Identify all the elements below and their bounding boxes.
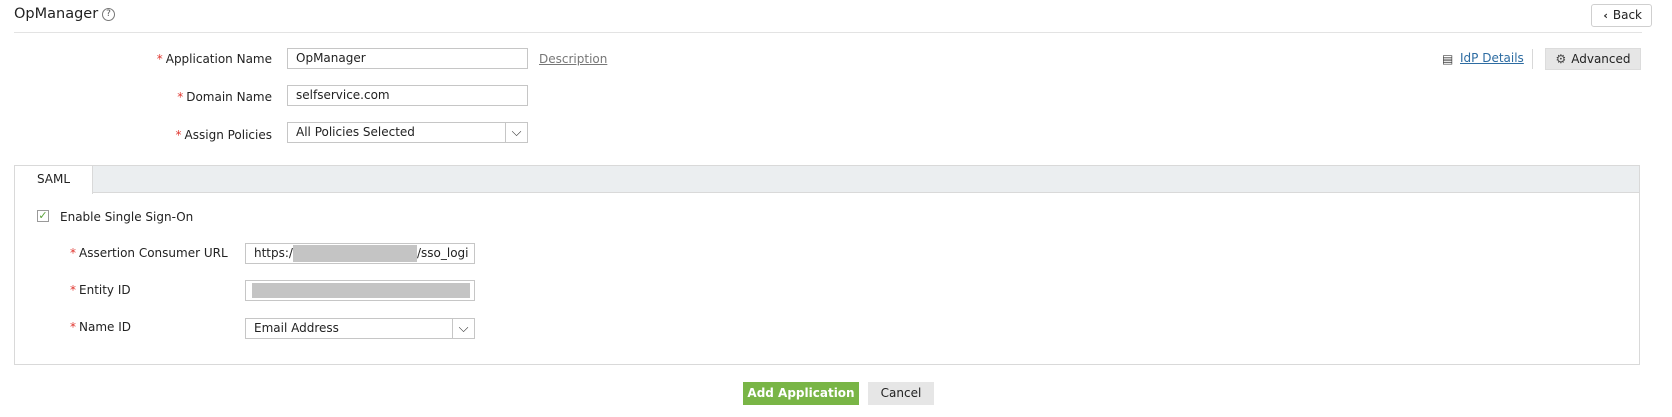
name-id-select[interactable]: Email Address ⌵ xyxy=(245,318,475,339)
required-mark: * xyxy=(156,52,163,66)
enable-sso-label: Enable Single Sign-On xyxy=(60,210,194,224)
chevron-down-icon[interactable]: ⌵ xyxy=(452,319,474,338)
required-mark: * xyxy=(175,128,182,142)
acs-url-suffix: /sso_logi xyxy=(416,246,469,260)
required-mark: * xyxy=(70,246,76,260)
page-title: OpManager xyxy=(14,6,99,22)
gear-icon: ⚙ xyxy=(1555,52,1567,66)
redacted-text xyxy=(292,245,417,262)
entity-id-label-text: Entity ID xyxy=(79,283,131,297)
header-divider xyxy=(14,32,1642,33)
name-id-label-text: Name ID xyxy=(79,320,131,334)
back-button[interactable]: ‹ Back xyxy=(1591,4,1652,27)
required-mark: * xyxy=(70,320,76,334)
advanced-button[interactable]: ⚙ Advanced xyxy=(1545,48,1641,70)
acs-url-label: * Assertion Consumer URL xyxy=(70,246,228,260)
help-icon[interactable]: ? xyxy=(102,8,115,21)
application-name-input[interactable]: OpManager xyxy=(287,48,528,69)
advanced-label: Advanced xyxy=(1571,52,1631,66)
entity-id-input[interactable] xyxy=(245,280,475,301)
required-mark: * xyxy=(70,283,76,297)
back-label: Back xyxy=(1612,8,1642,22)
add-application-button[interactable]: Add Application xyxy=(743,382,859,405)
cancel-button[interactable]: Cancel xyxy=(868,382,934,405)
redacted-text xyxy=(252,283,470,298)
assign-policies-value: All Policies Selected xyxy=(296,125,415,139)
idp-details-link[interactable]: IdP Details xyxy=(1460,51,1524,65)
application-name-label: * Application Name xyxy=(157,52,272,66)
application-name-label-text: Application Name xyxy=(165,52,272,66)
enable-sso-checkbox[interactable]: ✓ xyxy=(37,210,49,222)
chevron-down-icon[interactable]: ⌵ xyxy=(505,123,527,142)
description-link[interactable]: Description xyxy=(539,52,607,66)
assign-policies-select[interactable]: All Policies Selected ⌵ xyxy=(287,122,528,143)
domain-name-label-text: Domain Name xyxy=(186,90,272,104)
divider xyxy=(1532,49,1533,69)
domain-name-label: * Domain Name xyxy=(177,90,272,104)
required-mark: * xyxy=(177,90,184,104)
tab-saml[interactable]: SAML xyxy=(14,165,93,194)
acs-url-label-text: Assertion Consumer URL xyxy=(79,246,228,260)
domain-name-input[interactable]: selfservice.com xyxy=(287,85,528,106)
tab-bar xyxy=(14,165,1640,193)
acs-url-input[interactable]: https:/ /sso_logi xyxy=(245,243,475,264)
entity-id-label: * Entity ID xyxy=(70,283,131,297)
acs-url-prefix: https:/ xyxy=(254,246,293,260)
assign-policies-label: * Assign Policies xyxy=(176,128,272,142)
assign-policies-label-text: Assign Policies xyxy=(184,128,272,142)
document-icon: ▤ xyxy=(1442,52,1454,66)
name-id-value: Email Address xyxy=(254,321,339,335)
name-id-label: * Name ID xyxy=(70,320,131,334)
chevron-left-icon: ‹ xyxy=(1603,9,1608,22)
